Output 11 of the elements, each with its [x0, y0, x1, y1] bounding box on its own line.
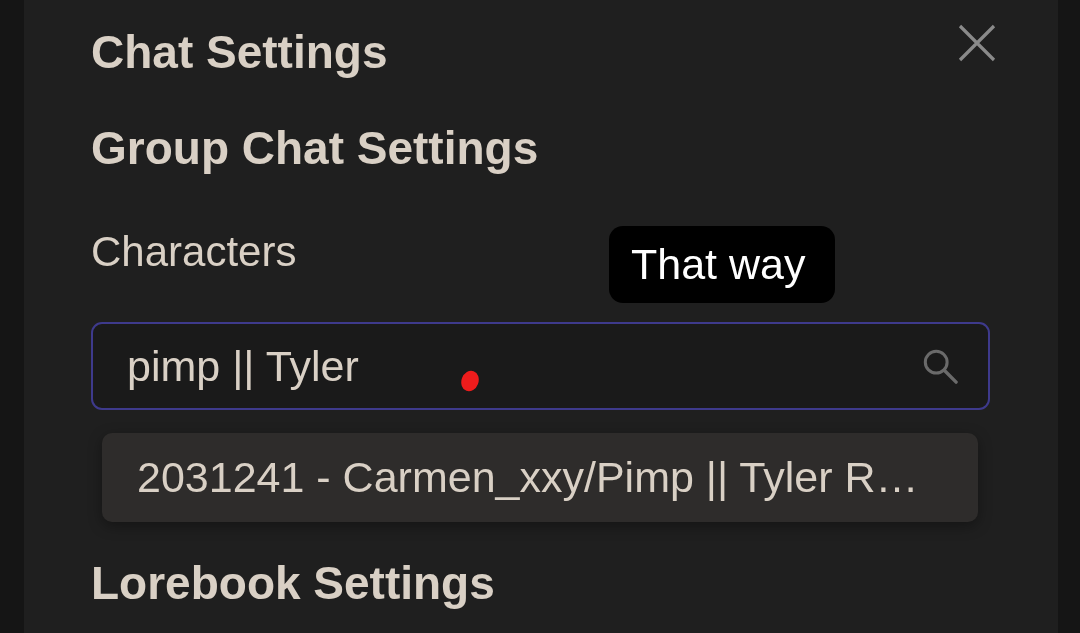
dialog-title: Chat Settings [91, 25, 388, 79]
close-icon [958, 24, 996, 62]
field-label: Characters [91, 227, 297, 277]
close-button[interactable] [958, 24, 996, 62]
suggestion-item[interactable]: 2031241 - Carmen_xxy/Pimp || Tyler R… [102, 433, 978, 522]
section-heading: Lorebook Settings [91, 556, 495, 610]
search-icon [922, 348, 958, 384]
tooltip: That way [609, 226, 836, 303]
marker-dot-icon [461, 370, 479, 392]
section-heading: Group Chat Settings [91, 121, 539, 175]
search-field[interactable]: pimp || Tyler [91, 322, 990, 410]
